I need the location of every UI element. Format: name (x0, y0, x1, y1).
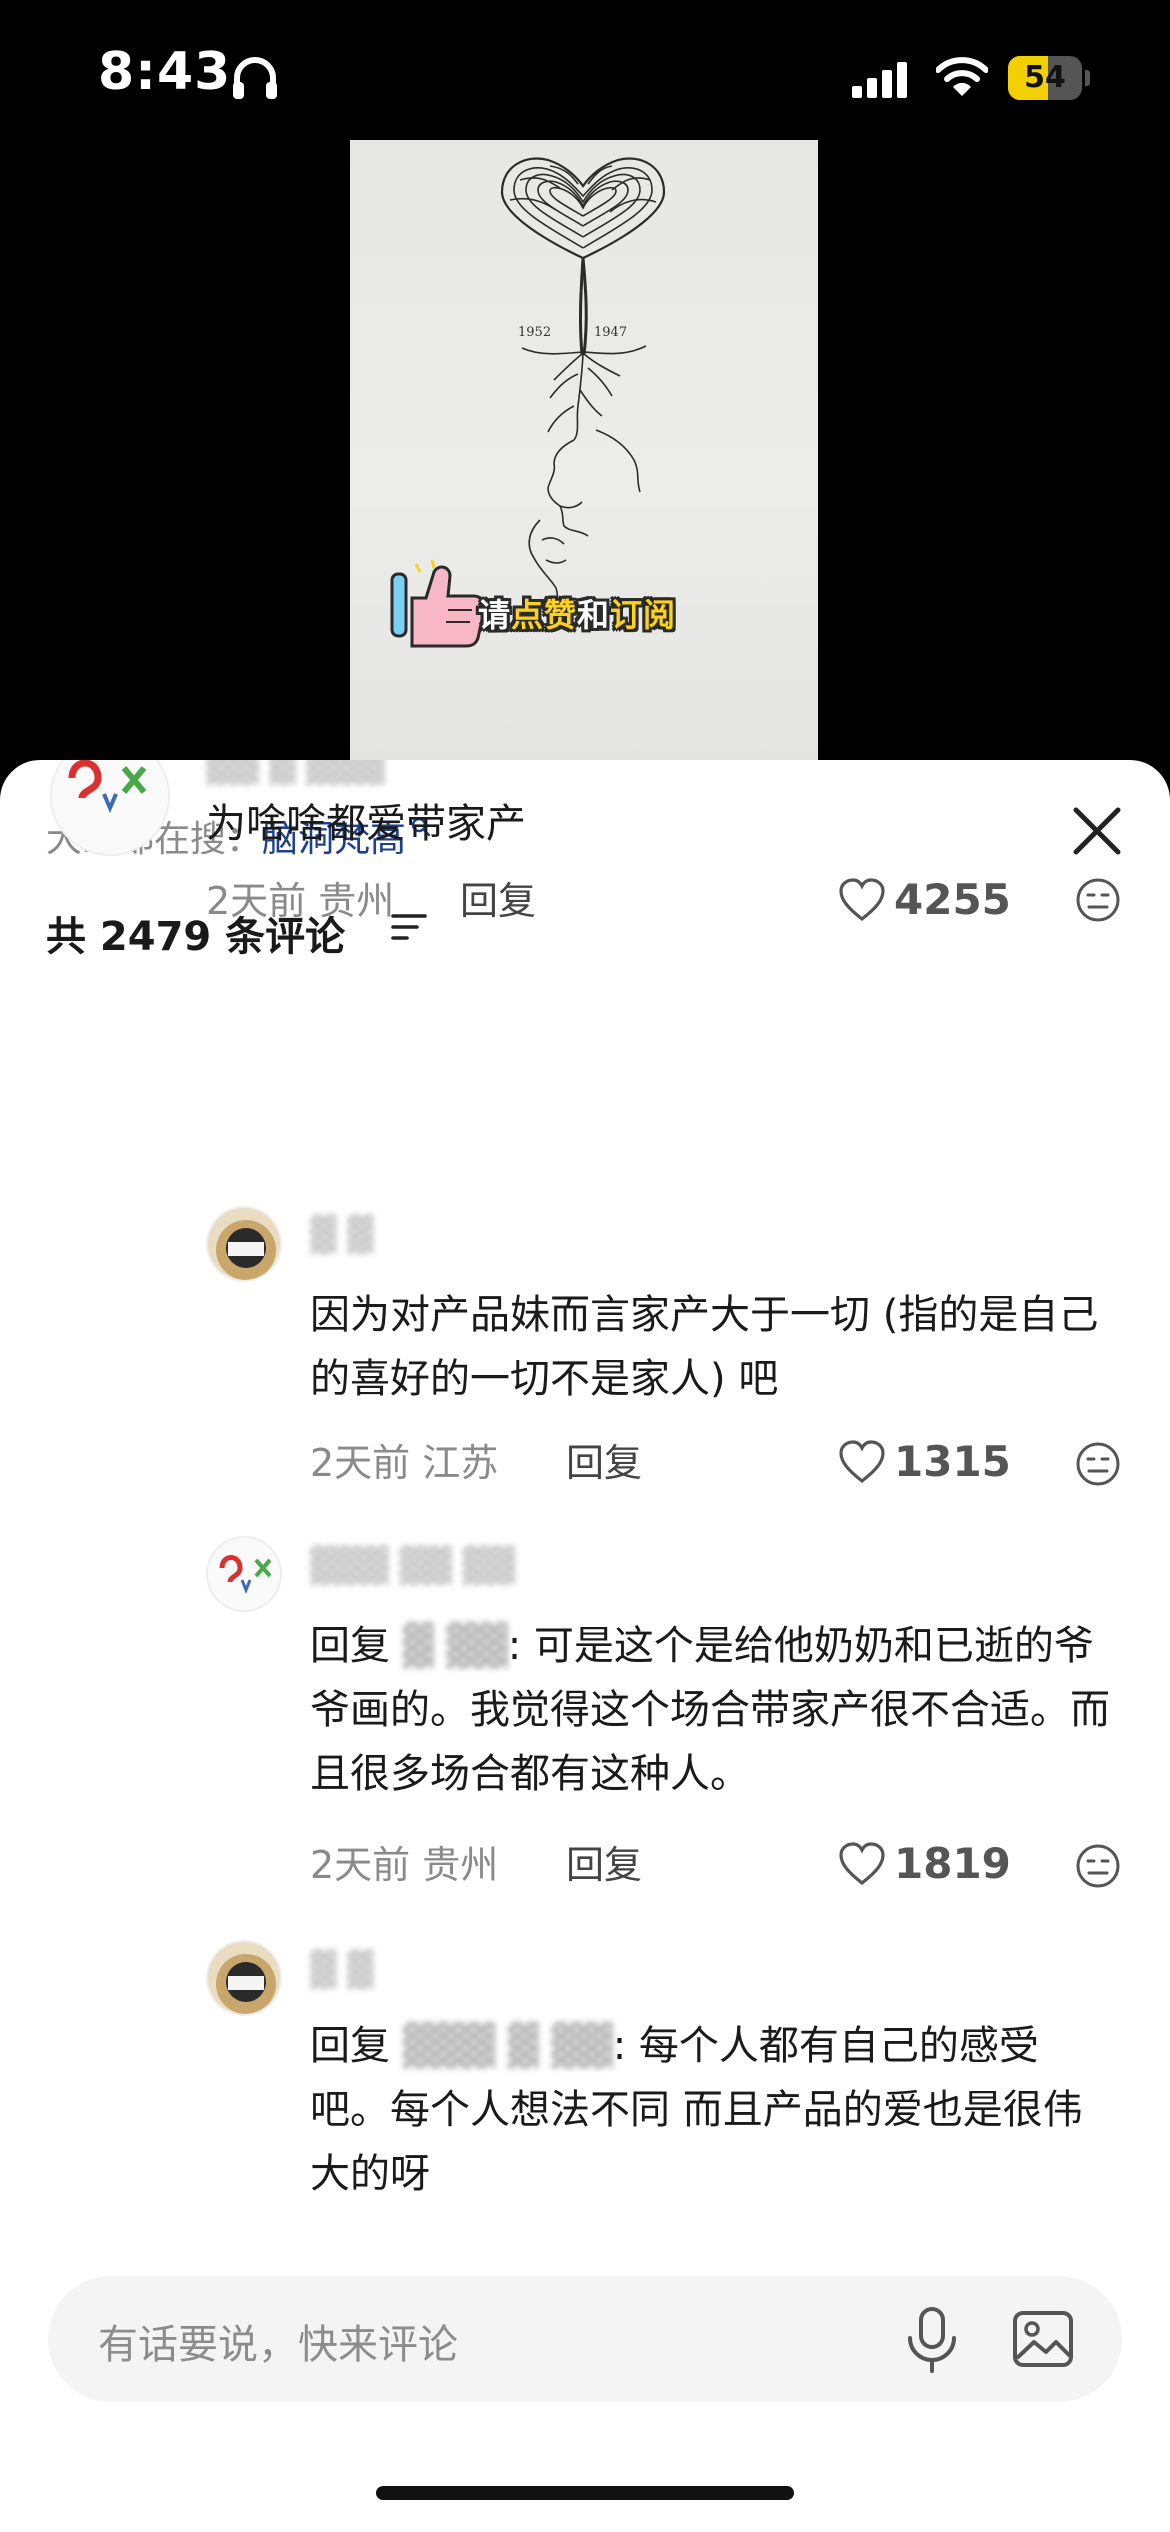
avatar[interactable] (206, 1206, 282, 1282)
image-picker-icon[interactable] (1012, 2310, 1074, 2368)
comment-meta: 2天前 贵州 (206, 879, 395, 923)
avatar[interactable] (206, 1536, 282, 1612)
dislike-face-icon[interactable] (1074, 1842, 1122, 1890)
reply-button[interactable]: 回复 (566, 1834, 642, 1889)
comments-sheet: 大家都在搜：脑洞梵高 共 2479 条评论 ▓▓ ▓ ▓▓▓ 为啥啥都爱带家产 … (0, 760, 1170, 2532)
commenter-name[interactable]: ▓ ▓ (310, 1215, 373, 1255)
home-indicator[interactable] (376, 2486, 794, 2500)
comment-input-placeholder: 有话要说，快来评论 (98, 2322, 458, 2368)
reply-button[interactable]: 回复 (460, 870, 536, 925)
like-subscribe-caption: 请点赞和订阅 (478, 596, 677, 634)
like-count: 1315 (894, 1437, 1011, 1486)
avatar[interactable] (206, 1940, 282, 2016)
commenter-name[interactable]: ▓ ▓ (310, 1950, 373, 1990)
comment-text: 回复 ▓▓▓ ▓ ▓▓: 每个人都有自己的感受吧。每个人想法不同 而且产品的爱也… (310, 2023, 1083, 2197)
mentioned-user[interactable]: ▓ ▓▓ (403, 1623, 508, 1669)
like-count: 1819 (894, 1839, 1011, 1888)
svg-text:1947: 1947 (594, 325, 627, 340)
heart-icon (839, 1440, 885, 1484)
comment-text: 因为对产品妹而言家产大于一切 (指的是自己的喜好的一切不是家人) 吧 (310, 1292, 1099, 1402)
cellular-signal-icon (852, 62, 907, 98)
video-player[interactable]: 1952 1947 请点赞和订阅 (0, 140, 1170, 770)
dislike-face-icon[interactable] (1074, 876, 1122, 924)
heart-icon (839, 878, 885, 922)
wifi-icon (936, 57, 988, 96)
mentioned-user[interactable]: ▓▓▓ ▓ ▓▓ (403, 2023, 613, 2069)
battery-indicator: 54 (1008, 56, 1090, 100)
dislike-face-icon[interactable] (1074, 1440, 1122, 1488)
battery-percent: 54 (1024, 60, 1066, 95)
svg-text:1952: 1952 (518, 325, 551, 340)
commenter-name[interactable]: ▓▓▓ ▓▓ ▓▓ (310, 1546, 515, 1586)
like-button[interactable]: 1315 (838, 1432, 1011, 1492)
microphone-icon[interactable] (902, 2306, 962, 2374)
commenter-name[interactable]: ▓▓ ▓ ▓▓▓ (206, 760, 385, 786)
headphone-icon (233, 57, 277, 99)
comment-input[interactable]: 有话要说，快来评论 (48, 2276, 1122, 2402)
status-time: 8:43 (98, 42, 232, 102)
like-button[interactable]: 1819 (838, 1834, 1011, 1894)
fingerprint-tree-artwork: 1952 1947 (500, 157, 666, 623)
like-button[interactable]: 4255 (838, 870, 1011, 930)
close-icon[interactable] (1068, 802, 1126, 860)
sort-filter-icon[interactable] (390, 910, 428, 944)
like-count: 4255 (894, 875, 1011, 924)
video-frame[interactable]: 1952 1947 请点赞和订阅 (350, 140, 818, 770)
comment-text: 回复 ▓ ▓▓: 可是这个是给他奶奶和已逝的爷爷画的。我觉得这个场合带家产很不合… (310, 1623, 1110, 1797)
status-bar: 8:43 54 (0, 0, 1170, 150)
heart-icon (839, 1842, 885, 1886)
reply-button[interactable]: 回复 (566, 1432, 642, 1487)
comment-meta: 2天前 贵州 (310, 1843, 499, 1887)
comment-text: 为啥啥都爱带家产 (206, 801, 526, 847)
comment-meta: 2天前 江苏 (310, 1441, 499, 1485)
